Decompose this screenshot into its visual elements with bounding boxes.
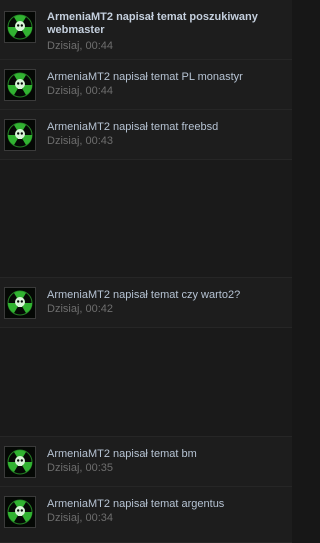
user-avatar[interactable]: [4, 119, 36, 151]
radiation-skull-icon: [5, 447, 35, 477]
radiation-skull-icon: [5, 288, 35, 318]
notification-item[interactable]: ArmeniaMT2 napisał temat czy warto2? Dzi…: [0, 278, 292, 328]
notification-title[interactable]: ArmeniaMT2 napisał temat czy warto2?: [47, 289, 286, 302]
user-avatar[interactable]: [4, 496, 36, 528]
notification-title[interactable]: ArmeniaMT2 napisał temat bm: [47, 448, 286, 461]
notification-item[interactable]: ArmeniaMT2 napisał temat poszukiwany web…: [0, 0, 292, 60]
notification-title[interactable]: ArmeniaMT2 napisał temat argentus: [47, 498, 286, 511]
notification-time: Dzisiaj, 00:34: [47, 512, 114, 524]
radiation-skull-icon: [5, 70, 35, 100]
notification-time: Dzisiaj, 00:44: [47, 40, 114, 52]
notification-item[interactable]: ArmeniaMT2 napisał temat argentus Dzisia…: [0, 487, 292, 543]
radiation-skull-icon: [5, 120, 35, 150]
notification-time: Dzisiaj, 00:42: [47, 303, 114, 315]
notification-time: Dzisiaj, 00:35: [47, 462, 114, 474]
user-avatar[interactable]: [4, 446, 36, 478]
notification-item[interactable]: ArmeniaMT2 napisał temat freebsd Dzisiaj…: [0, 110, 292, 160]
notification-title[interactable]: ArmeniaMT2 napisał temat freebsd: [47, 121, 286, 134]
notification-item[interactable]: ArmeniaMT2 napisał temat PL monastyr Dzi…: [0, 60, 292, 110]
user-avatar[interactable]: [4, 11, 36, 43]
notification-feed: ArmeniaMT2 napisał temat poszukiwany web…: [0, 0, 292, 543]
notification-title[interactable]: ArmeniaMT2 napisał temat PL monastyr: [47, 71, 286, 84]
notification-time: Dzisiaj, 00:44: [47, 85, 114, 97]
notification-time: Dzisiaj, 00:43: [47, 135, 114, 147]
empty-row: [0, 160, 292, 278]
notification-title[interactable]: ArmeniaMT2 napisał temat poszukiwany web…: [47, 11, 286, 37]
empty-row: [0, 328, 292, 437]
user-avatar[interactable]: [4, 287, 36, 319]
radiation-skull-icon: [5, 12, 35, 42]
notification-item[interactable]: ArmeniaMT2 napisał temat bm Dzisiaj, 00:…: [0, 437, 292, 487]
user-avatar[interactable]: [4, 69, 36, 101]
radiation-skull-icon: [5, 497, 35, 527]
